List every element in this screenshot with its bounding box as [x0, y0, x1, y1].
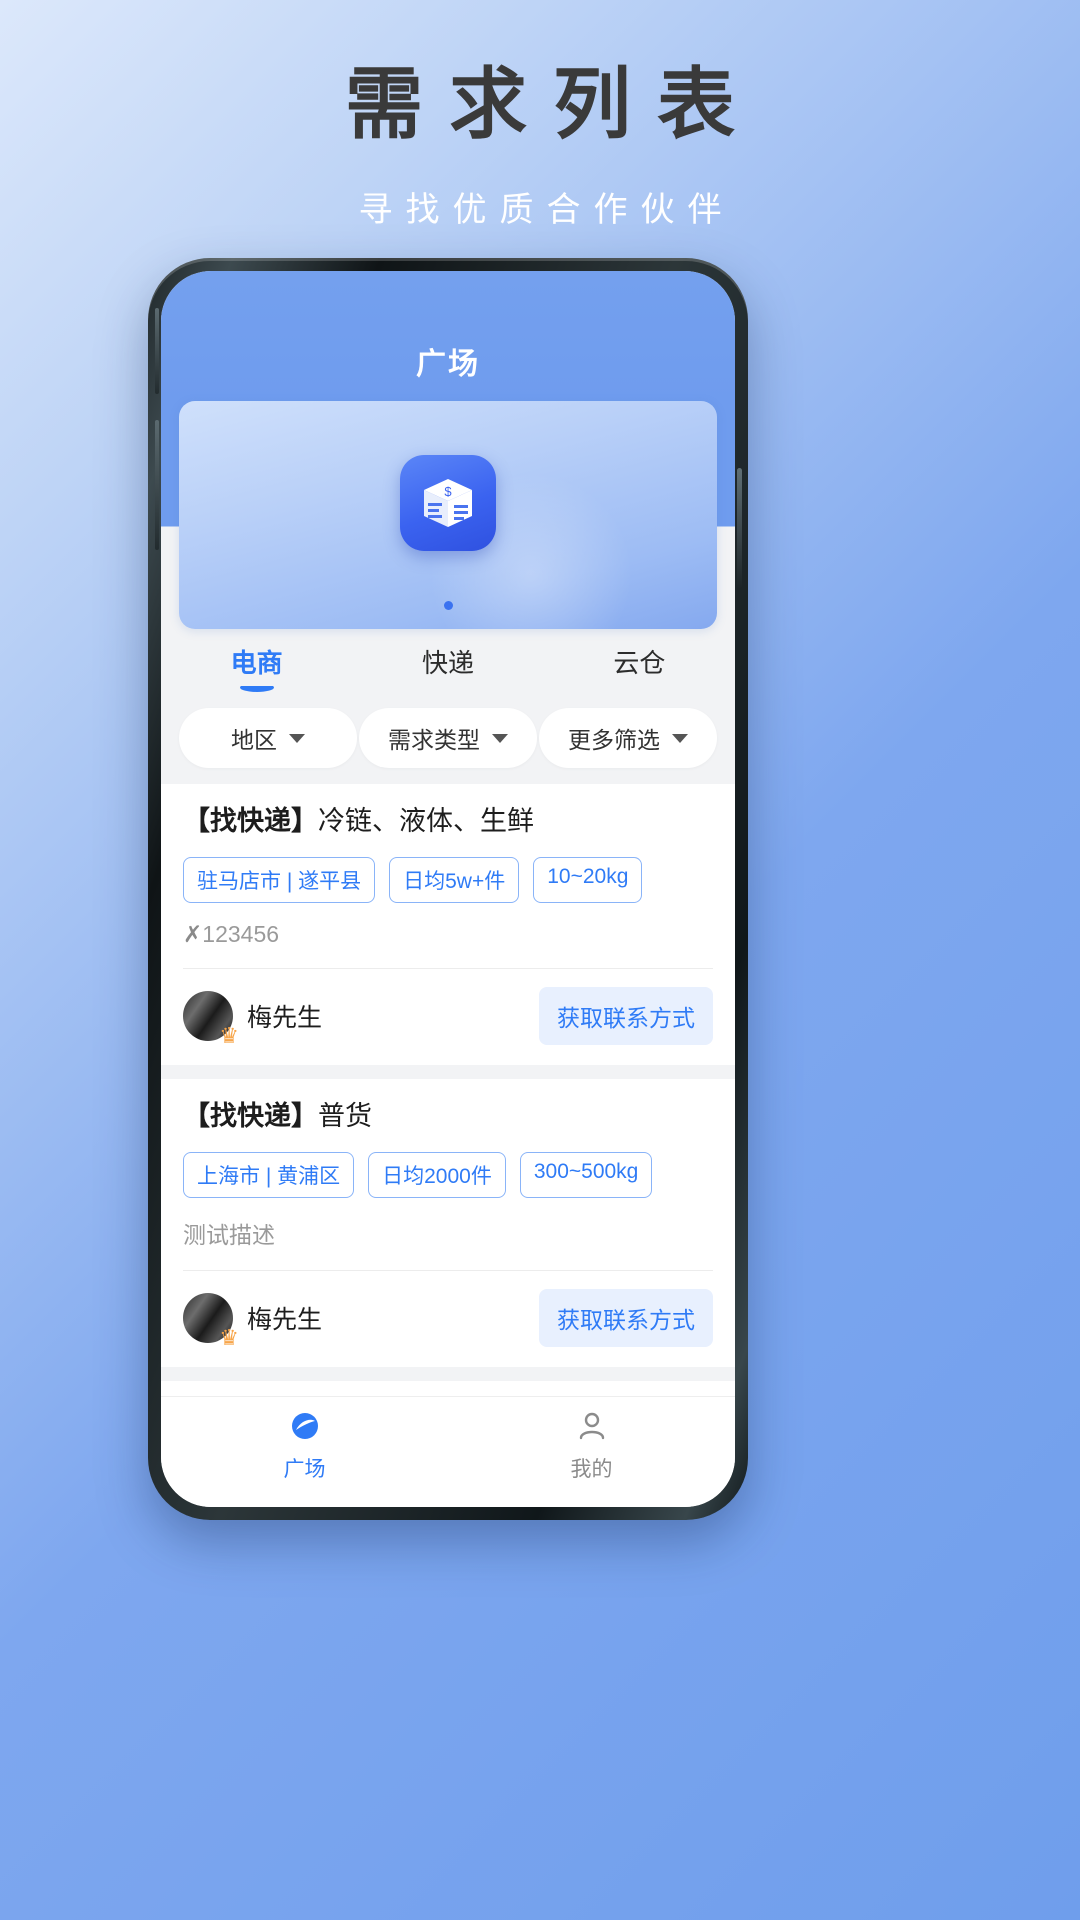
card-title-text: 普货 — [318, 1101, 372, 1132]
chevron-down-icon — [289, 733, 305, 743]
category-tabs: 电商 快递 云仓 — [161, 629, 735, 700]
tab-label: 电商 — [230, 648, 283, 678]
tag-weight: 10~20kg — [533, 857, 643, 904]
nav-item-plaza[interactable]: 广场 — [161, 1409, 448, 1483]
package-box-app-icon: $ — [400, 455, 496, 551]
get-contact-button[interactable]: 获取联系方式 — [539, 987, 713, 1046]
poster-subtitle: 寻找优质合作伙伴 — [358, 191, 735, 229]
chevron-down-icon — [672, 733, 688, 743]
demand-list[interactable]: 【找快递】冷链、液体、生鲜 驻马店市 | 遂平县 日均5w+件 10~20kg … — [161, 784, 735, 1396]
phone-side-button — [737, 468, 742, 588]
banner-section: $ — [161, 401, 735, 629]
filter-demand-type[interactable]: 需求类型 — [359, 708, 537, 768]
card-tags: 上海市 | 黄浦区 日均2000件 300~500kg — [183, 1152, 713, 1199]
nav-item-mine[interactable]: 我的 — [448, 1409, 735, 1483]
tab-indicator — [239, 683, 274, 692]
chevron-down-icon — [492, 733, 508, 743]
demand-card[interactable]: 【找快递】电子产品 合肥市 | 蜀山区 日均10件 10~15kg 123456 — [161, 1381, 735, 1396]
demand-card[interactable]: 【找快递】普货 上海市 | 黄浦区 日均2000件 300~500kg 测试描述… — [161, 1079, 735, 1368]
crown-icon: ♛ — [219, 1023, 239, 1049]
page-title: 广场 — [416, 348, 480, 381]
tab-label: 云仓 — [613, 648, 666, 678]
desc-text: 测试描述 — [183, 1222, 275, 1249]
nav-label: 我的 — [570, 1458, 613, 1481]
svg-text:$: $ — [444, 484, 452, 499]
user-name: 梅先生 — [247, 1004, 323, 1033]
person-icon — [448, 1409, 735, 1449]
card-footer: ♛ 梅先生 获取联系方式 — [183, 969, 713, 1065]
avatar: ♛ — [183, 1293, 239, 1349]
filter-region[interactable]: 地区 — [179, 708, 357, 768]
card-title-prefix: 【找快递】 — [183, 1101, 318, 1132]
card-title: 【找快递】普货 — [183, 1099, 713, 1134]
card-description: 测试描述 — [183, 1216, 713, 1270]
card-title-prefix: 【找快递】 — [183, 806, 318, 836]
filter-more[interactable]: 更多筛选 — [539, 708, 717, 768]
tag-volume: 日均5w+件 — [389, 857, 520, 904]
phone-screen: 广场 $ 电商 快递 云仓 地区 需求类型 更多筛选 【找快递】冷链、液体、生鲜… — [161, 271, 735, 1507]
card-title: 【找快递】冷链、液体、生鲜 — [183, 804, 713, 839]
tag-location: 驻马店市 | 遂平县 — [183, 857, 376, 904]
plaza-icon — [161, 1409, 448, 1449]
crown-icon: ♛ — [219, 1325, 239, 1351]
tab-express[interactable]: 快递 — [352, 643, 543, 696]
poster-title: 需求列表 — [344, 60, 761, 148]
desc-text: 123456 — [202, 921, 280, 948]
avatar: ♛ — [183, 991, 239, 1047]
app-header: 广场 — [161, 271, 735, 401]
banner-dots — [179, 597, 717, 615]
bottom-navigation: 广场 我的 — [161, 1396, 735, 1507]
demand-card[interactable]: 【找快递】冷链、液体、生鲜 驻马店市 | 遂平县 日均5w+件 10~20kg … — [161, 784, 735, 1066]
card-description: ✗123456 — [183, 921, 713, 968]
phone-mockup: 广场 $ 电商 快递 云仓 地区 需求类型 更多筛选 【找快递】冷链、液体、生鲜… — [148, 258, 748, 1520]
filter-label: 地区 — [231, 727, 277, 753]
filter-label: 更多筛选 — [568, 727, 660, 753]
card-title-text: 冷链、液体、生鲜 — [318, 806, 534, 836]
tag-location: 上海市 | 黄浦区 — [183, 1152, 355, 1199]
desc-mark: ✗ — [183, 921, 203, 948]
filter-bar: 地区 需求类型 更多筛选 — [161, 700, 735, 784]
tag-volume: 日均2000件 — [368, 1152, 506, 1199]
banner-carousel[interactable]: $ — [179, 401, 717, 629]
tab-ecommerce[interactable]: 电商 — [161, 643, 352, 696]
tab-label: 快递 — [421, 648, 474, 678]
tag-weight: 300~500kg — [519, 1152, 653, 1199]
get-contact-button[interactable]: 获取联系方式 — [539, 1289, 713, 1348]
banner-dot[interactable] — [443, 601, 453, 610]
card-user[interactable]: ♛ 梅先生 — [183, 991, 323, 1047]
card-tags: 驻马店市 | 遂平县 日均5w+件 10~20kg — [183, 857, 713, 904]
card-footer: ♛ 梅先生 获取联系方式 — [183, 1271, 713, 1367]
user-name: 梅先生 — [247, 1306, 323, 1335]
tab-cloud-warehouse[interactable]: 云仓 — [544, 643, 735, 696]
nav-label: 广场 — [283, 1458, 326, 1481]
card-user[interactable]: ♛ 梅先生 — [183, 1293, 323, 1349]
filter-label: 需求类型 — [388, 727, 480, 753]
